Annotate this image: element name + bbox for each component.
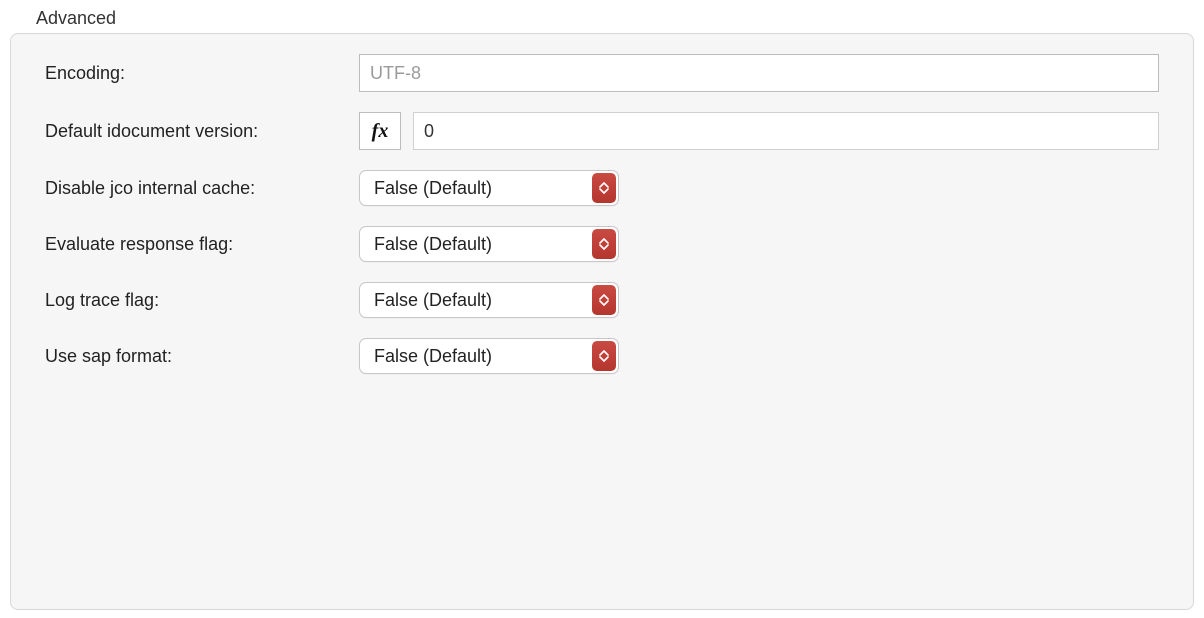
- row-log-trace-flag: Log trace flag: False (Default): [45, 282, 1159, 318]
- use-sap-format-select[interactable]: False (Default): [359, 338, 619, 374]
- row-default-idoc-version: Default idocument version: fx: [45, 112, 1159, 150]
- default-idoc-version-label: Default idocument version:: [45, 121, 359, 142]
- encoding-input[interactable]: [359, 54, 1159, 92]
- log-trace-flag-label: Log trace flag:: [45, 290, 359, 311]
- advanced-panel: Encoding: Default idocument version: fx …: [10, 33, 1194, 610]
- use-sap-format-label: Use sap format:: [45, 346, 359, 367]
- evaluate-response-flag-select[interactable]: False (Default): [359, 226, 619, 262]
- evaluate-response-flag-label: Evaluate response flag:: [45, 234, 359, 255]
- use-sap-format-value: False (Default): [374, 346, 492, 367]
- row-disable-jco-cache: Disable jco internal cache: False (Defau…: [45, 170, 1159, 206]
- evaluate-response-flag-value: False (Default): [374, 234, 492, 255]
- row-use-sap-format: Use sap format: False (Default): [45, 338, 1159, 374]
- row-encoding: Encoding:: [45, 54, 1159, 92]
- default-idoc-version-input[interactable]: [413, 112, 1159, 150]
- row-evaluate-response-flag: Evaluate response flag: False (Default): [45, 226, 1159, 262]
- log-trace-flag-value: False (Default): [374, 290, 492, 311]
- disable-jco-cache-value: False (Default): [374, 178, 492, 199]
- disable-jco-cache-select[interactable]: False (Default): [359, 170, 619, 206]
- fx-icon[interactable]: fx: [359, 112, 401, 150]
- section-title: Advanced: [36, 8, 1194, 29]
- encoding-label: Encoding:: [45, 63, 359, 84]
- disable-jco-cache-label: Disable jco internal cache:: [45, 178, 359, 199]
- log-trace-flag-select[interactable]: False (Default): [359, 282, 619, 318]
